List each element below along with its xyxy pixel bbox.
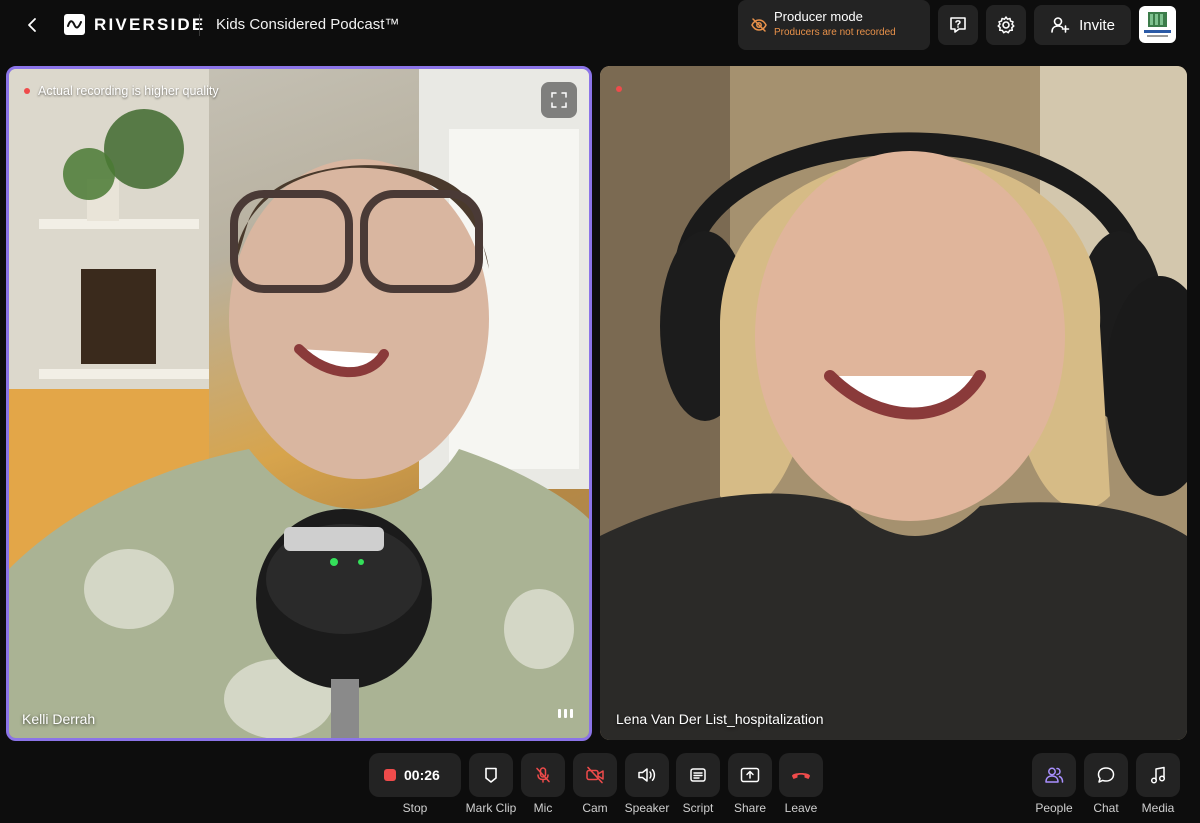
producer-mode-title: Producer mode	[774, 9, 863, 24]
clip-icon	[485, 767, 497, 783]
invite-label: Invite	[1079, 16, 1115, 34]
chat-button[interactable]	[1084, 753, 1128, 797]
fullscreen-button[interactable]	[541, 82, 577, 118]
mark-clip-button[interactable]	[469, 753, 513, 797]
studio-title: Kids Considered Podcast™	[216, 16, 400, 33]
share-button[interactable]	[728, 753, 772, 797]
participant-video	[600, 66, 1187, 740]
leave-button[interactable]	[779, 753, 823, 797]
mic-off-icon	[536, 767, 550, 783]
avatar-logo-image	[1144, 12, 1171, 37]
script-icon	[690, 768, 706, 782]
chat-icon	[1097, 767, 1115, 783]
participant-name: Kelli Derrah	[22, 711, 96, 727]
record-stop-icon	[384, 769, 396, 781]
recording-indicator	[616, 86, 622, 92]
leave-label: Leave	[784, 801, 818, 815]
people-button[interactable]	[1032, 753, 1076, 797]
back-button[interactable]	[20, 12, 46, 38]
mic-button[interactable]	[521, 753, 565, 797]
riverside-logo-icon	[64, 14, 85, 35]
chevron-left-icon	[28, 18, 36, 32]
speaker-label: Speaker	[624, 801, 670, 815]
participant-name: Lena Van Der List_hospitalization	[616, 711, 824, 727]
camera-off-icon	[586, 766, 604, 784]
top-bar: RIVERSIDE Kids Considered Podcast™ Produ…	[0, 0, 1200, 50]
riverside-logo[interactable]: RIVERSIDE	[64, 14, 205, 35]
recording-timer: 00:26	[404, 767, 440, 783]
participant-video	[9, 69, 589, 738]
help-button[interactable]	[938, 5, 978, 45]
chat-label: Chat	[1093, 801, 1119, 815]
producer-mode-badge[interactable]: Producer mode Producers are not recorded	[738, 0, 930, 50]
dot	[564, 709, 567, 718]
mark-clip-label: Mark Clip	[465, 801, 517, 815]
script-button[interactable]	[676, 753, 720, 797]
hangup-icon	[792, 773, 810, 779]
stop-recording-button[interactable]: 00:26	[369, 753, 461, 797]
expand-icon	[551, 92, 567, 108]
video-tile-host[interactable]: Actual recording is higher quality Kelli…	[6, 66, 592, 741]
mic-label: Mic	[533, 801, 553, 815]
speaker-button[interactable]	[625, 753, 669, 797]
recording-indicator	[24, 88, 30, 94]
riverside-studio: RIVERSIDE Kids Considered Podcast™ Produ…	[0, 0, 1200, 823]
video-tile-guest[interactable]: Lena Van Der List_hospitalization	[600, 66, 1187, 740]
dot	[558, 709, 561, 718]
stop-label: Stop	[402, 801, 428, 815]
gear-icon	[997, 16, 1015, 34]
music-note-icon	[1150, 766, 1166, 784]
people-icon	[1045, 767, 1064, 783]
logo-text: RIVERSIDE	[94, 14, 206, 34]
help-bubble-icon	[950, 17, 966, 33]
add-user-icon	[1051, 17, 1070, 33]
media-button[interactable]	[1136, 753, 1180, 797]
script-label: Script	[682, 801, 714, 815]
cam-label: Cam	[582, 801, 608, 815]
header-divider	[199, 14, 200, 36]
eye-off-icon	[751, 18, 767, 32]
share-label: Share	[733, 801, 767, 815]
speaker-icon	[638, 768, 656, 782]
recording-quality-note: Actual recording is higher quality	[38, 84, 219, 98]
cam-button[interactable]	[573, 753, 617, 797]
people-label: People	[1035, 801, 1073, 815]
share-icon	[740, 767, 760, 783]
user-avatar[interactable]	[1139, 6, 1176, 43]
invite-button[interactable]: Invite	[1034, 5, 1131, 45]
media-label: Media	[1141, 801, 1175, 815]
settings-button[interactable]	[986, 5, 1026, 45]
dot	[570, 709, 573, 718]
producer-mode-subtitle: Producers are not recorded	[774, 27, 896, 38]
tile-options-button[interactable]	[558, 709, 573, 718]
